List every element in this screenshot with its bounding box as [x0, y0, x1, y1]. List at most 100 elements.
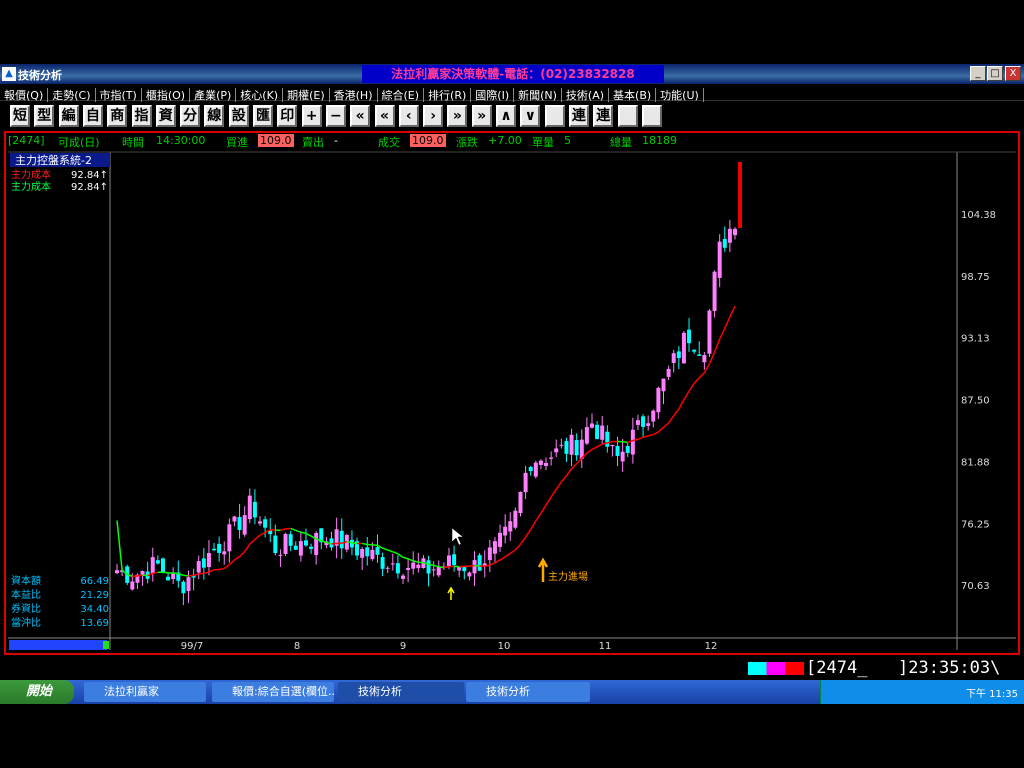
ma-segment — [300, 531, 307, 535]
stat-value: 13.69 — [80, 618, 109, 629]
candle-body — [365, 547, 370, 557]
candle-body — [171, 573, 176, 580]
scroll-thumb[interactable] — [103, 641, 109, 649]
ma-segment — [484, 564, 490, 567]
task-tech-analysis-2[interactable]: 技術分析 — [466, 682, 590, 702]
ma-segment — [693, 377, 700, 384]
candle-body — [554, 448, 559, 453]
candle-body — [436, 566, 441, 576]
candle-body — [472, 560, 477, 574]
ma-segment — [703, 363, 711, 374]
candle-body — [538, 460, 543, 465]
ma-segment — [469, 564, 475, 567]
candle-body — [130, 581, 135, 590]
ma-segment — [116, 520, 123, 571]
ma-segment — [290, 527, 297, 532]
candle-body — [584, 427, 589, 444]
stat-value: 34.40 — [80, 604, 109, 615]
candle-body — [635, 420, 640, 425]
ma-segment — [228, 559, 235, 566]
status-bar: [2474_ ]23:35:03\ — [0, 658, 1024, 678]
candle-body — [252, 501, 257, 518]
ma-segment — [535, 512, 542, 522]
ma-segment — [514, 543, 522, 551]
y-tick-label: 76.25 — [961, 519, 990, 530]
ma-segment — [249, 538, 256, 545]
ma-segment — [137, 574, 143, 577]
y-tick-label: 81.88 — [961, 457, 990, 468]
candle-body — [303, 540, 308, 546]
candle-body — [390, 563, 395, 565]
ma-segment — [673, 408, 680, 417]
ma-segment — [173, 572, 179, 575]
status-time: ]23:35:03\ — [898, 658, 1001, 678]
ma-segment — [713, 338, 721, 353]
candle-body — [589, 423, 594, 428]
candle-body — [181, 581, 186, 594]
candle-body — [283, 533, 288, 554]
ma-segment — [489, 562, 496, 566]
ma-segment — [591, 446, 598, 451]
candle-body — [676, 351, 681, 359]
candle-body — [206, 553, 211, 568]
ma-segment — [576, 457, 583, 465]
ma-segment — [494, 559, 501, 564]
candle-body — [630, 429, 635, 455]
ma-segment — [647, 433, 654, 437]
ma-segment — [305, 532, 312, 537]
candle-body — [452, 554, 457, 566]
candle-body — [298, 541, 303, 556]
indicator-value: 92.84↑ — [71, 170, 108, 181]
candle-body — [549, 457, 554, 459]
candle-body — [237, 516, 242, 530]
candle-body — [227, 524, 232, 552]
scroll-indicator[interactable] — [9, 640, 107, 650]
ma-segment — [203, 571, 210, 575]
candle-body — [666, 368, 671, 377]
ma-segment — [509, 549, 516, 555]
candle-body — [416, 564, 421, 569]
candle-body — [717, 241, 722, 278]
ma-segment — [708, 351, 716, 365]
ma-segment — [295, 529, 302, 533]
stat-value: 21.29 — [80, 590, 109, 601]
x-tick-label: 8 — [294, 641, 300, 652]
ma-segment — [667, 415, 675, 424]
candle-body — [467, 572, 472, 577]
candle-body — [600, 425, 605, 440]
ma-segment — [678, 399, 685, 410]
ma-segment — [565, 468, 573, 477]
ma-segment — [683, 390, 690, 400]
candle-body — [620, 451, 625, 462]
candle-body — [375, 547, 380, 555]
stat-label: 當沖比 — [11, 616, 41, 629]
candle-body — [232, 516, 237, 522]
indicator-value: 92.84↑ — [71, 182, 108, 193]
ma-segment — [428, 563, 434, 567]
ma-segment — [223, 564, 230, 570]
candle-body — [503, 526, 508, 536]
candle-body — [651, 410, 656, 422]
ma-segment — [193, 573, 199, 577]
candle-body — [533, 462, 538, 477]
task-app-main[interactable]: 法拉利贏家 — [84, 682, 206, 702]
ma-segment — [407, 558, 414, 562]
candle-body — [401, 575, 406, 579]
x-tick-label: 11 — [599, 641, 612, 652]
mouse-cursor-icon — [451, 527, 464, 546]
candle-body — [212, 548, 217, 551]
candle-body — [222, 551, 227, 555]
start-button[interactable]: 開始 — [0, 680, 74, 704]
candle-body — [687, 329, 692, 344]
ma-segment — [663, 422, 670, 428]
ma-segment — [602, 442, 608, 445]
ma-segment — [530, 520, 537, 530]
ma-segment — [550, 488, 557, 498]
candle-body — [462, 566, 467, 572]
x-tick-label: 9 — [400, 641, 406, 652]
screen: ▲ 技術分析 法拉利贏家決策軟體-電話：(02)23832828 _ □ X 報… — [0, 0, 1024, 768]
task-quote[interactable]: 報價:綜合自選(欄位... — [212, 682, 334, 702]
task-tech-analysis-1[interactable]: 技術分析 — [338, 682, 464, 702]
clock: 下午 11:35 — [966, 689, 1018, 700]
ma-segment — [438, 565, 445, 569]
